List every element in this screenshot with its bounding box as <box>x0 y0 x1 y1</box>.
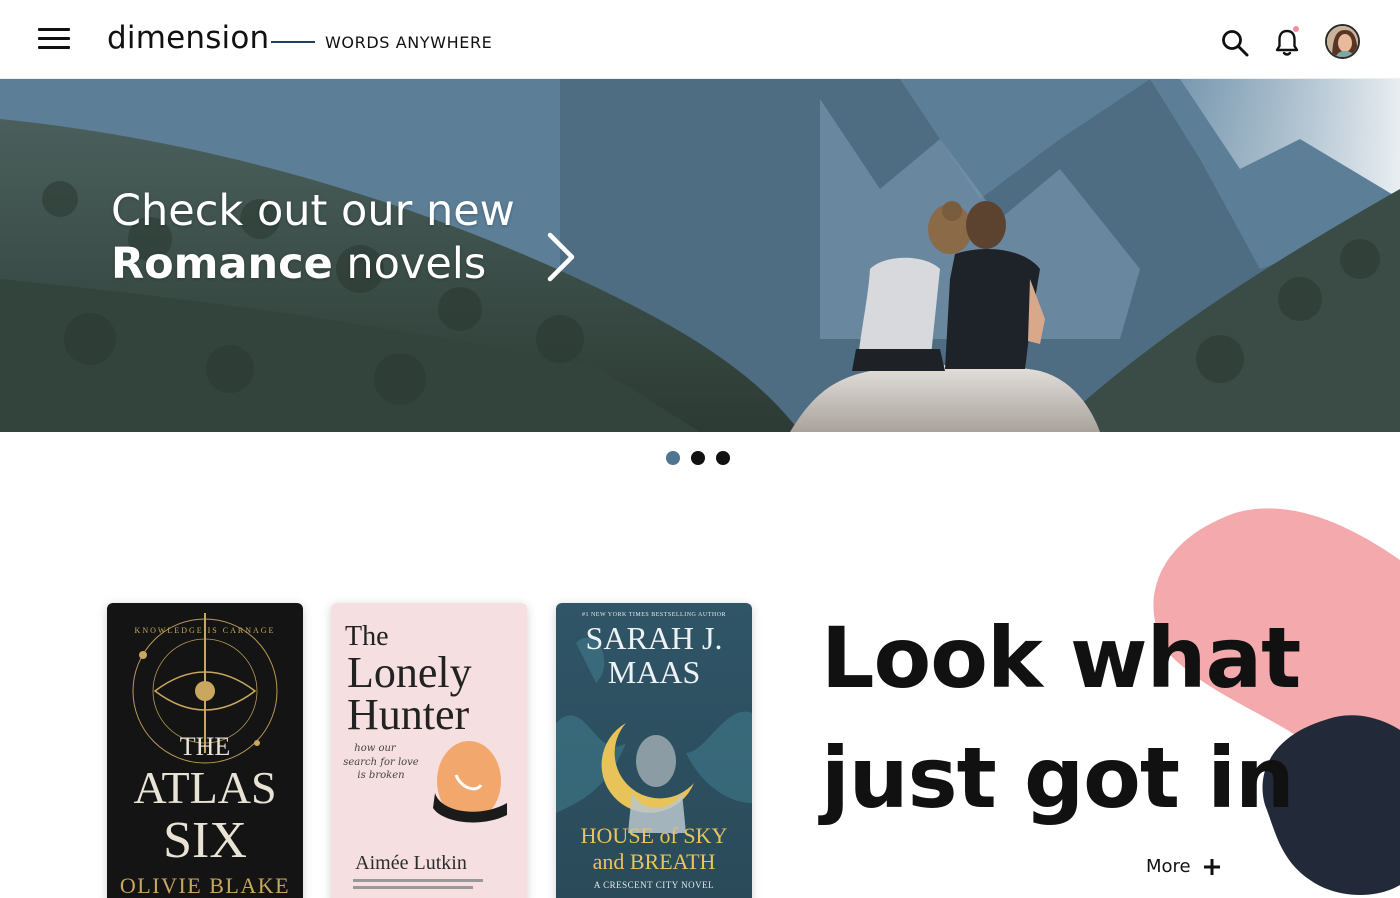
carousel-indicator <box>666 451 730 465</box>
book-3-series: A CRESCENT CITY NOVEL <box>594 880 714 890</box>
book-cover-atlas-six[interactable]: KNOWLEDGE IS CARNAGE THE ATLAS SIX OLIVI… <box>107 603 303 898</box>
book-cover-lonely-hunter[interactable]: The Lonely Hunter how our search for lov… <box>331 603 527 898</box>
book-3-author-1: SARAH J. <box>586 620 723 656</box>
user-avatar[interactable] <box>1325 24 1360 59</box>
book-2-tagline-3: is broken <box>357 770 404 781</box>
book-1-top-label: KNOWLEDGE IS CARNAGE <box>135 626 276 635</box>
more-label: More <box>1146 856 1191 877</box>
plus-icon <box>1203 858 1220 875</box>
brand-logo[interactable]: dimension <box>107 20 269 56</box>
promo-line-1: Look what <box>821 609 1301 707</box>
hero-banner[interactable]: Check out our new Romance novels <box>0 79 1400 432</box>
carousel-dot-2[interactable] <box>691 451 705 465</box>
book-2-title-3: Hunter <box>347 690 470 739</box>
book-2-tagline-1: how our <box>354 743 397 754</box>
promo-heading: Look what just got in <box>821 598 1301 838</box>
book-3-top-label: #1 NEW YORK TIMES BESTSELLING AUTHOR <box>582 612 726 618</box>
hero-headline: Check out our new Romance novels <box>111 185 515 291</box>
book-3-title-1: HOUSE of SKY <box>581 823 728 848</box>
hero-line-1: Check out our new <box>111 186 515 236</box>
promo-line-2: just got in <box>821 729 1295 827</box>
more-link[interactable]: More <box>1146 856 1221 877</box>
hamburger-menu-icon[interactable] <box>38 28 70 52</box>
brand-tagline: WORDS ANYWHERE <box>325 33 493 52</box>
hero-line-2-rest: novels <box>332 239 487 289</box>
book-3-author-2: MAAS <box>608 654 700 690</box>
lonely-hunter-cover-art: The Lonely Hunter how our search for lov… <box>331 603 527 898</box>
book-2-author: Aimée Lutkin <box>355 852 467 874</box>
notification-dot <box>1293 26 1299 32</box>
book-1-author: OLIVIE BLAKE <box>120 873 290 898</box>
chevron-right-icon[interactable] <box>544 231 578 283</box>
book-2-tagline-2: search for love <box>343 757 419 768</box>
house-of-sky-cover-art: #1 NEW YORK TIMES BESTSELLING AUTHOR SAR… <box>556 603 752 898</box>
notification-button[interactable] <box>1273 26 1301 58</box>
book-3-title-2: and BREATH <box>593 849 716 874</box>
search-icon[interactable] <box>1220 28 1250 58</box>
book-cover-house-of-sky[interactable]: #1 NEW YORK TIMES BESTSELLING AUTHOR SAR… <box>556 603 752 898</box>
book-1-title-2: ATLAS <box>133 762 276 813</box>
carousel-dot-3[interactable] <box>716 451 730 465</box>
carousel-dot-1[interactable] <box>666 451 680 465</box>
hero-highlight: Romance <box>111 239 333 289</box>
atlas-six-cover-art: KNOWLEDGE IS CARNAGE THE ATLAS SIX OLIVI… <box>107 603 303 898</box>
hero-line-2: Romance novels <box>111 238 515 291</box>
top-header: dimension WORDS ANYWHERE <box>0 0 1400 79</box>
logo-divider <box>271 41 315 43</box>
book-1-title-1: THE <box>180 732 231 761</box>
book-1-title-3: SIX <box>163 812 247 869</box>
